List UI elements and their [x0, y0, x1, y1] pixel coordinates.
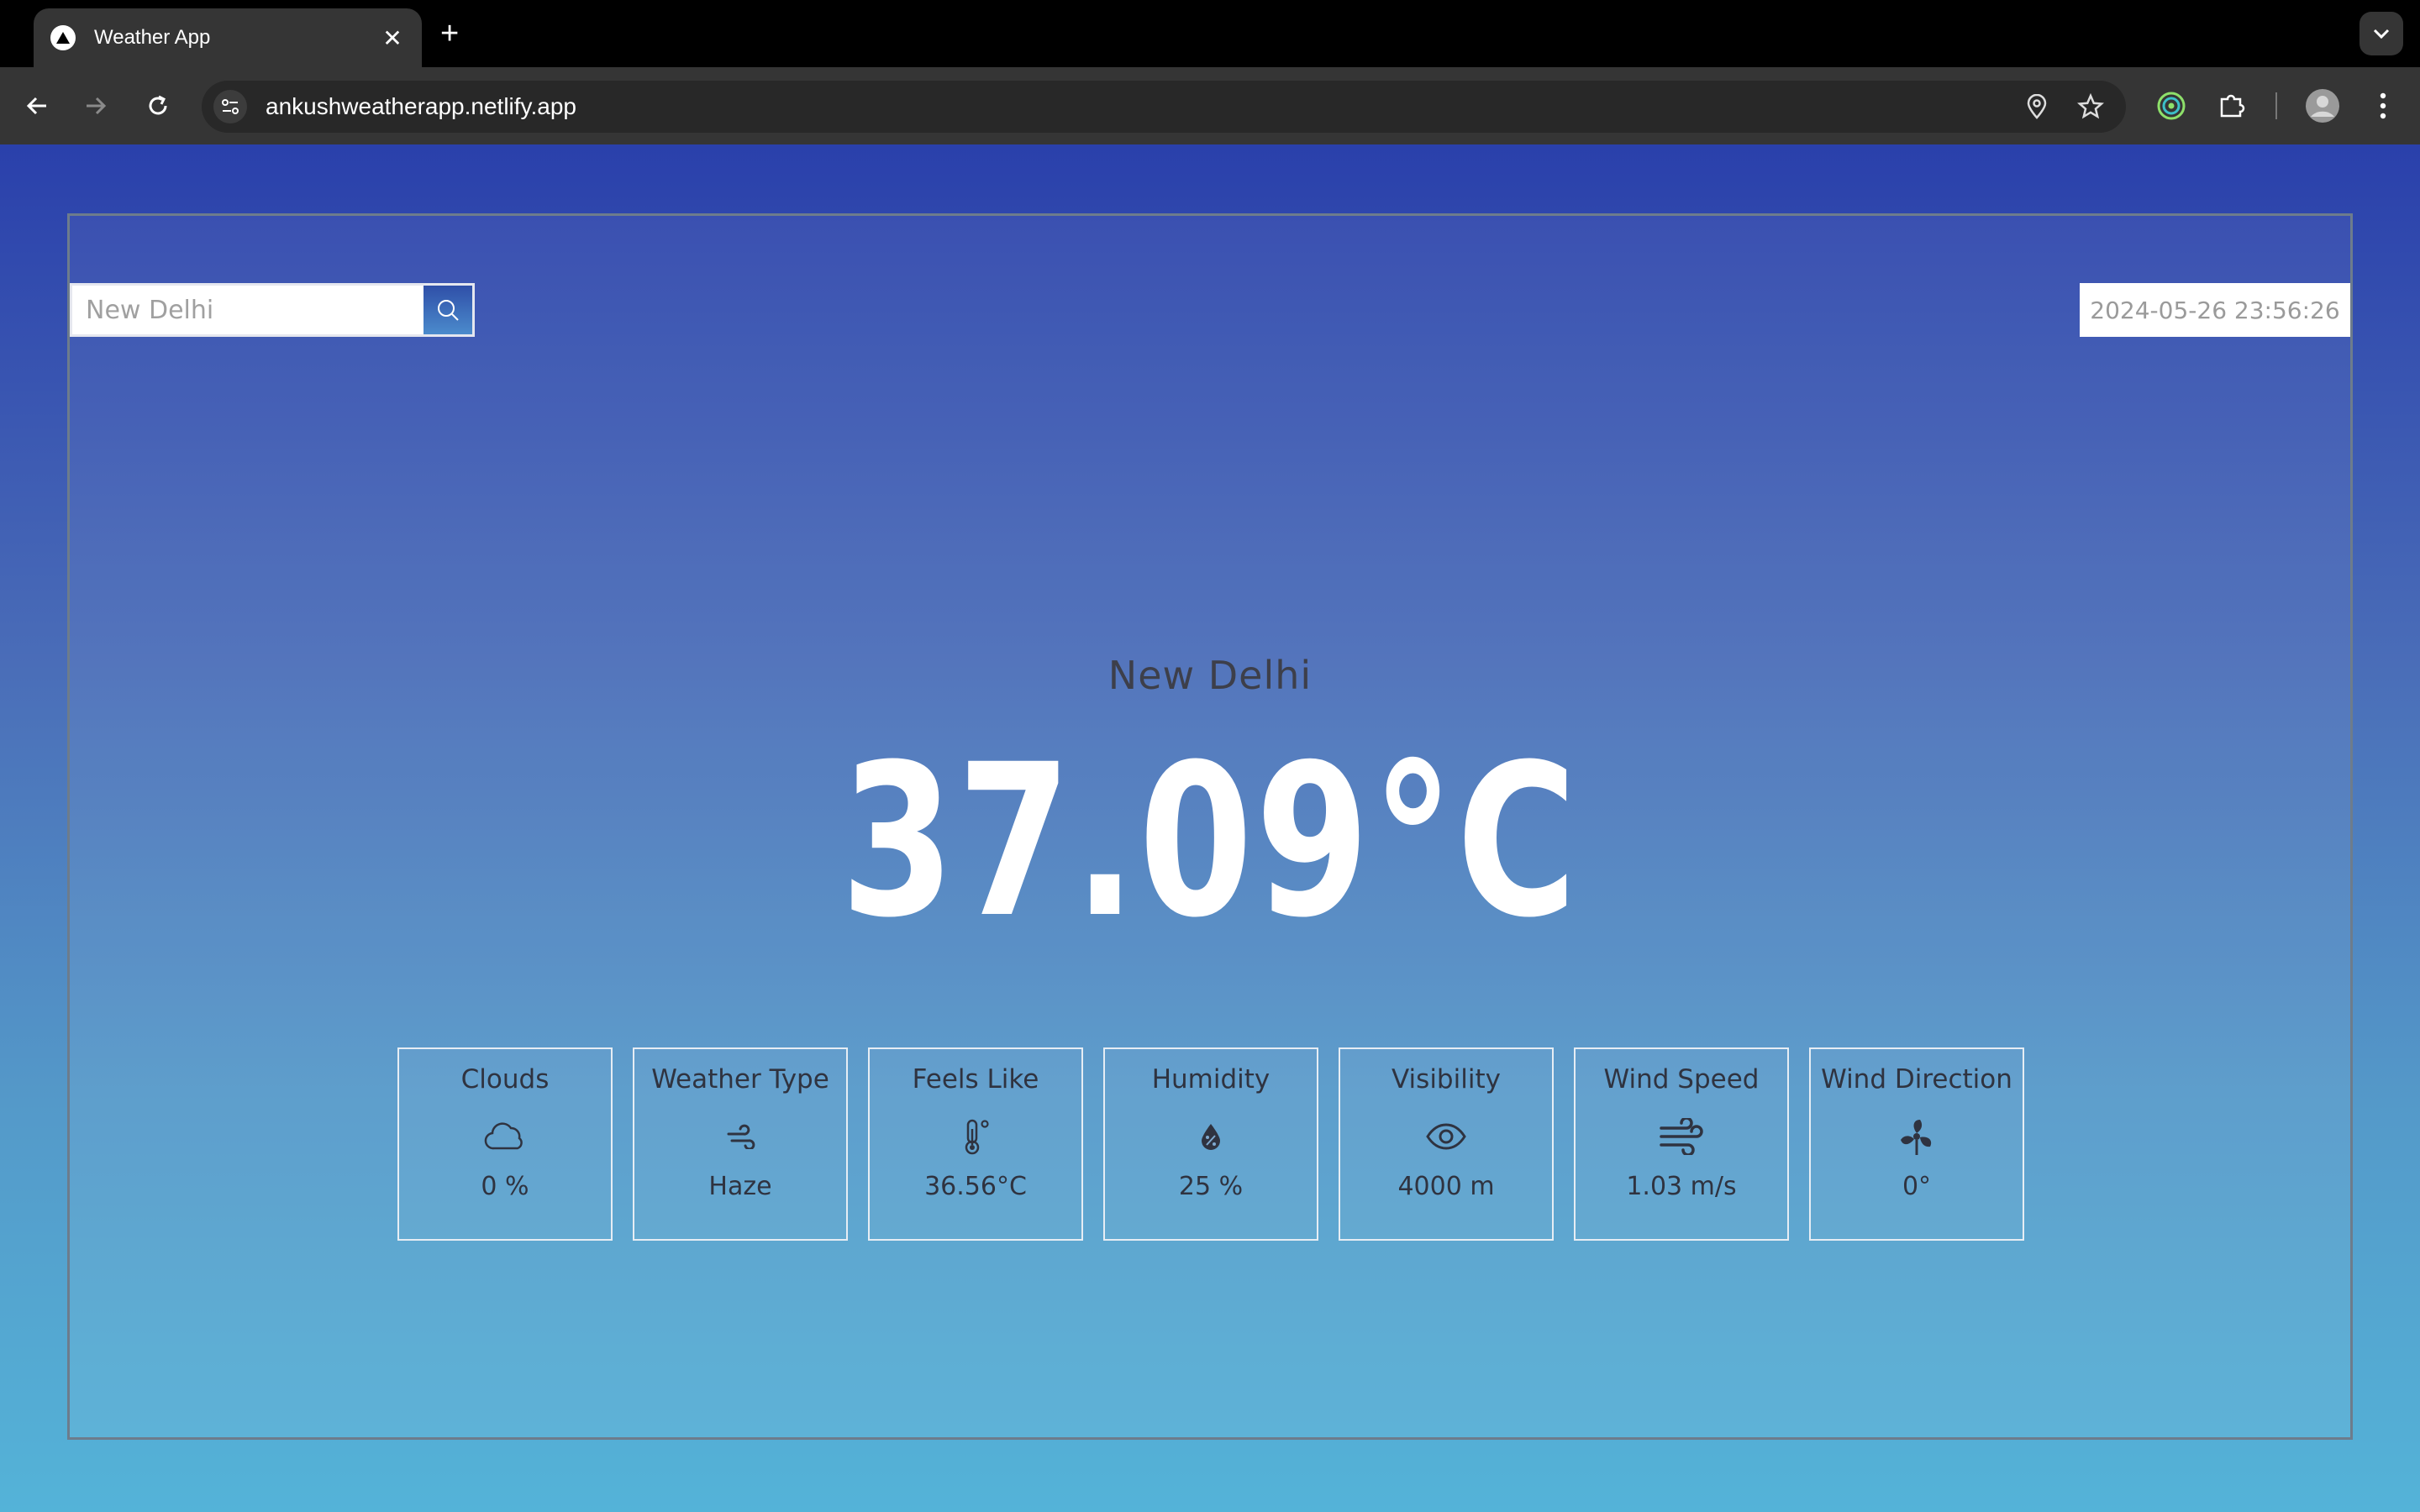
humidity-card: Humidity 25 %	[1103, 1047, 1318, 1241]
address-bar[interactable]: ankushweatherapp.netlify.app	[202, 81, 2126, 133]
extension-target-icon[interactable]	[2151, 86, 2191, 126]
card-value: 4000 m	[1397, 1172, 1495, 1201]
weather-panel: 2024-05-26 23:56:26 New Delhi 37.09°C Cl…	[67, 213, 2353, 1440]
search-button[interactable]	[424, 286, 472, 334]
kebab-menu-icon[interactable]	[2363, 86, 2403, 126]
card-value: 36.56°C	[924, 1172, 1027, 1201]
eye-icon	[1425, 1113, 1467, 1160]
site-settings-icon[interactable]	[213, 90, 247, 123]
card-label: Humidity	[1151, 1064, 1270, 1095]
haze-icon	[723, 1113, 757, 1160]
card-value: Haze	[708, 1172, 772, 1201]
search-icon	[438, 300, 459, 321]
card-value: 0 %	[481, 1172, 529, 1201]
city-search-input[interactable]	[72, 286, 424, 334]
forward-button[interactable]	[76, 86, 116, 126]
temperature-display: 37.09°C	[840, 719, 1580, 963]
url-text[interactable]: ankushweatherapp.netlify.app	[266, 93, 2018, 120]
fan-icon	[1897, 1113, 1937, 1160]
new-tab-button[interactable]: +	[440, 15, 459, 52]
feels-like-card: Feels Like 36.56°C	[868, 1047, 1083, 1241]
card-label: Wind Speed	[1603, 1064, 1760, 1095]
page-background: 2024-05-26 23:56:26 New Delhi 37.09°C Cl…	[0, 144, 2420, 1512]
bookmark-star-icon[interactable]	[2072, 88, 2109, 125]
back-button[interactable]	[17, 86, 57, 126]
card-value: 0°	[1902, 1172, 1932, 1201]
chevron-down-icon	[2373, 29, 2390, 39]
card-label: Feels Like	[912, 1064, 1039, 1095]
tab-weather-app[interactable]: Weather App ✕	[34, 8, 422, 67]
tab-search-button[interactable]	[2360, 12, 2403, 55]
city-name: New Delhi	[1107, 653, 1313, 698]
toolbar-divider	[2275, 92, 2277, 119]
tab-title: Weather App	[94, 26, 211, 49]
wind-icon	[1658, 1113, 1705, 1160]
card-label: Visibility	[1392, 1064, 1501, 1095]
weather-cards: Clouds 0 % Weather Type Haze Feels Like …	[397, 1047, 2044, 1241]
wind-speed-card: Wind Speed 1.03 m/s	[1574, 1047, 1789, 1241]
reload-button[interactable]	[138, 86, 178, 126]
clouds-card: Clouds 0 %	[397, 1047, 613, 1241]
arrow-right-icon	[87, 97, 107, 115]
datetime-display: 2024-05-26 23:56:26	[2080, 283, 2350, 337]
cloud-icon	[482, 1113, 528, 1160]
card-label: Wind Direction	[1821, 1064, 2012, 1095]
card-label: Clouds	[460, 1064, 550, 1095]
tab-bar: Weather App ✕ +	[0, 0, 2420, 67]
humidity-icon	[1198, 1113, 1223, 1160]
reload-icon	[149, 95, 167, 115]
extensions-puzzle-icon[interactable]	[2212, 86, 2252, 126]
search-box	[70, 283, 475, 337]
location-icon[interactable]	[2018, 88, 2055, 125]
favicon-icon	[50, 25, 76, 50]
close-tab-icon[interactable]: ✕	[380, 24, 405, 52]
card-value: 1.03 m/s	[1626, 1172, 1737, 1201]
card-value: 25 %	[1178, 1172, 1244, 1201]
visibility-card: Visibility 4000 m	[1339, 1047, 1554, 1241]
wind-direction-card: Wind Direction 0°	[1809, 1047, 2024, 1241]
arrow-left-icon	[26, 97, 46, 115]
browser-toolbar: ankushweatherapp.netlify.app	[0, 67, 2420, 144]
thermometer-icon	[959, 1113, 992, 1160]
weather-type-card: Weather Type Haze	[633, 1047, 848, 1241]
profile-avatar[interactable]	[2302, 86, 2343, 126]
card-label: Weather Type	[651, 1064, 829, 1095]
